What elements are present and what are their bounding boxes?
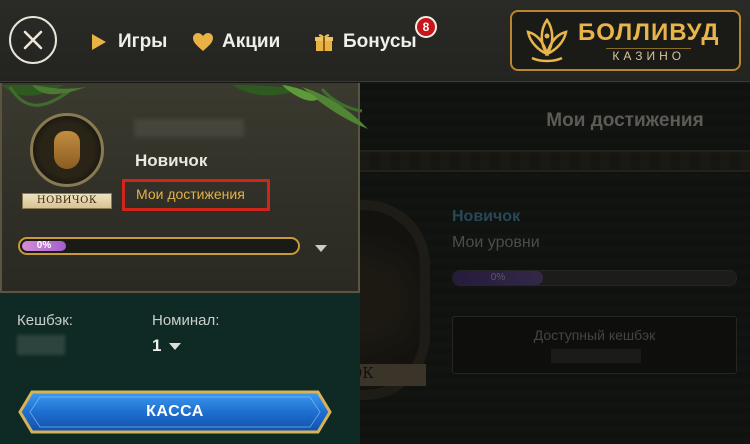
- nav-games[interactable]: Игры: [88, 28, 167, 56]
- close-button[interactable]: [9, 16, 57, 64]
- gift-icon: [313, 31, 335, 53]
- nominal-value: 1: [152, 336, 162, 355]
- nav-bonuses[interactable]: Бонусы: [313, 28, 417, 56]
- rank-title: Новичок: [135, 151, 208, 170]
- chevron-down-icon: [169, 342, 182, 350]
- dim-overlay[interactable]: [360, 83, 750, 444]
- level-progress-label: 0%: [36, 240, 52, 251]
- play-icon: [88, 31, 110, 53]
- page: Мои достижения ОК Новичок Мои уровни 0% …: [0, 0, 750, 444]
- username-hidden: [134, 119, 244, 137]
- nav-promotions-label: Акции: [222, 31, 281, 52]
- logo-subtitle: КАЗИНО: [606, 47, 692, 63]
- lotus-logo-icon: [526, 17, 568, 62]
- cashier-button-label: КАССА: [146, 403, 204, 420]
- nav-bonuses-label: Бонусы: [343, 31, 417, 52]
- close-icon: [23, 30, 43, 50]
- cashier-button[interactable]: КАССА: [18, 390, 332, 434]
- top-navigation: Игры Акции Бонусы 8 БОЛЛИВУД КАЗИНО: [0, 0, 750, 82]
- nominal-label: Номинал:: [152, 312, 220, 329]
- nominal-select[interactable]: 1: [152, 335, 182, 357]
- bonus-count-badge: 8: [415, 16, 437, 38]
- profile-dropdown: НОВИЧОК Новичок Мои достижения 0% Кешбэк…: [0, 83, 368, 444]
- leaves-decoration-right: [232, 85, 368, 129]
- cashback-value-hidden: [17, 335, 65, 355]
- chevron-down-icon[interactable]: [315, 245, 327, 252]
- my-achievements-label: Мои достижения: [136, 186, 245, 202]
- nav-promotions[interactable]: Акции: [192, 28, 280, 56]
- cashback-label: Кешбэк:: [17, 312, 73, 329]
- my-achievements-link[interactable]: Мои достижения: [122, 179, 270, 211]
- level-progress-bar: 0%: [18, 237, 300, 255]
- logo-title: БОЛЛИВУД: [578, 18, 720, 46]
- profile-header: НОВИЧОК Новичок Мои достижения 0%: [0, 83, 368, 293]
- nav-games-label: Игры: [118, 31, 168, 52]
- avatar-rank-plate: НОВИЧОК: [22, 193, 112, 209]
- casino-logo[interactable]: БОЛЛИВУД КАЗИНО: [510, 10, 741, 71]
- mask-avatar-icon: [54, 131, 80, 169]
- heart-icon: [192, 31, 214, 53]
